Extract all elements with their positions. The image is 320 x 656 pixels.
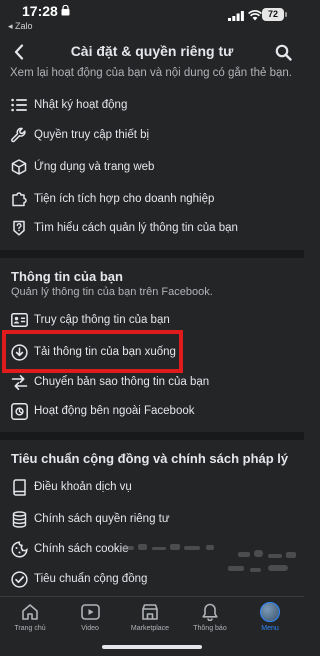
home-indicator [102, 645, 202, 649]
database-icon [10, 510, 28, 528]
tab-menu[interactable]: Menu [240, 597, 300, 637]
video-icon [80, 602, 100, 622]
check-circle-icon [10, 570, 28, 588]
cookie-icon [10, 540, 28, 558]
bell-icon [200, 602, 220, 622]
menu-item-activity-log[interactable]: Nhật ký hoạt động [0, 90, 304, 120]
battery-indicator: 72 [262, 8, 284, 21]
tab-home[interactable]: Trang chủ [0, 597, 60, 637]
menu-item-label: Chuyển bản sao thông tin của bạn [34, 376, 210, 388]
menu-item-label: Hoạt động bên ngoài Facebook [34, 405, 195, 417]
menu-item-apps-websites[interactable]: Ứng dụng và trang web [0, 152, 304, 182]
menu-item-privacy-policy[interactable]: Chính sách quyền riêng tư [0, 504, 304, 534]
status-bar: 17:28 ◂ Zalo 72 [0, 0, 304, 36]
tab-label: Thông báo [193, 625, 227, 632]
menu-item-label: Chính sách quyền riêng tư [34, 513, 170, 525]
wifi-icon [248, 10, 262, 21]
menu-item-label: Tiện ích tích hợp cho doanh nghiệp [34, 193, 215, 205]
blurred-watermark [122, 544, 296, 572]
menu-item-business-integrations[interactable]: Tiện ích tích hợp cho doanh nghiệp [0, 184, 304, 214]
back-to-app-link[interactable]: ◂ Zalo [8, 21, 33, 32]
activity-section-subtitle: Xem lại hoạt động của bạn và nội dung có… [10, 67, 292, 79]
offsite-activity-icon [10, 402, 28, 420]
avatar [260, 602, 280, 622]
tab-label: Marketplace [130, 625, 170, 632]
lock-icon [61, 5, 70, 16]
marketplace-icon [140, 602, 160, 622]
chevron-left-icon [14, 44, 24, 60]
section-divider [0, 432, 304, 440]
puzzle-icon [10, 190, 28, 208]
profile-avatar [260, 602, 280, 622]
menu-item-terms-of-service[interactable]: Điều khoản dịch vụ [0, 472, 304, 502]
menu-item-off-facebook-activity[interactable]: Hoạt động bên ngoài Facebook [0, 396, 304, 426]
page-title: Cài đặt & quyền riêng tư [70, 43, 234, 59]
wrench-icon [10, 126, 28, 144]
battery-tip [285, 12, 287, 17]
menu-item-label: Truy cập thông tin của bạn [34, 314, 170, 326]
question-shield-icon [10, 219, 28, 237]
list-icon [10, 96, 28, 114]
tab-video[interactable]: Video [60, 597, 120, 637]
menu-item-label: Ứng dụng và trang web [34, 161, 155, 173]
tab-label: Menu [261, 625, 279, 632]
tab-notifications[interactable]: Thông báo [180, 597, 240, 637]
menu-item-label: Điều khoản dịch vụ [34, 481, 132, 493]
back-button[interactable] [8, 40, 30, 64]
home-icon [20, 602, 40, 622]
menu-item-label: Chính sách cookie [34, 543, 129, 555]
section-title-policies: Tiêu chuẩn cộng đồng và chính sách pháp … [11, 451, 289, 466]
book-icon [10, 478, 28, 496]
status-time: 17:28 [22, 3, 58, 19]
tab-marketplace[interactable]: Marketplace [120, 597, 180, 637]
menu-item-label: Tìm hiểu cách quản lý thông tin của bạn [34, 222, 238, 234]
menu-item-device-permissions[interactable]: Quyền truy cập thiết bị [0, 120, 304, 150]
menu-item-learn-manage-info[interactable]: Tìm hiểu cách quản lý thông tin của bạn [0, 213, 304, 243]
red-highlight-box [2, 330, 183, 373]
transfer-icon [10, 373, 28, 391]
section-title-your-info: Thông tin của bạn [11, 269, 123, 284]
search-button[interactable] [272, 40, 294, 64]
search-icon [275, 44, 292, 61]
tab-label: Trang chủ [14, 625, 46, 632]
page-header: Cài đặt & quyền riêng tư [0, 36, 304, 68]
signal-icon [228, 11, 244, 21]
menu-item-label: Quyền truy cập thiết bị [34, 129, 150, 141]
menu-item-label: Nhật ký hoạt động [34, 99, 128, 111]
tab-label: Video [81, 625, 99, 632]
section-divider [0, 250, 304, 258]
cube-icon [10, 158, 28, 176]
id-card-icon [10, 311, 28, 329]
section-subtitle-your-info: Quản lý thông tin của bạn trên Facebook. [11, 286, 213, 298]
